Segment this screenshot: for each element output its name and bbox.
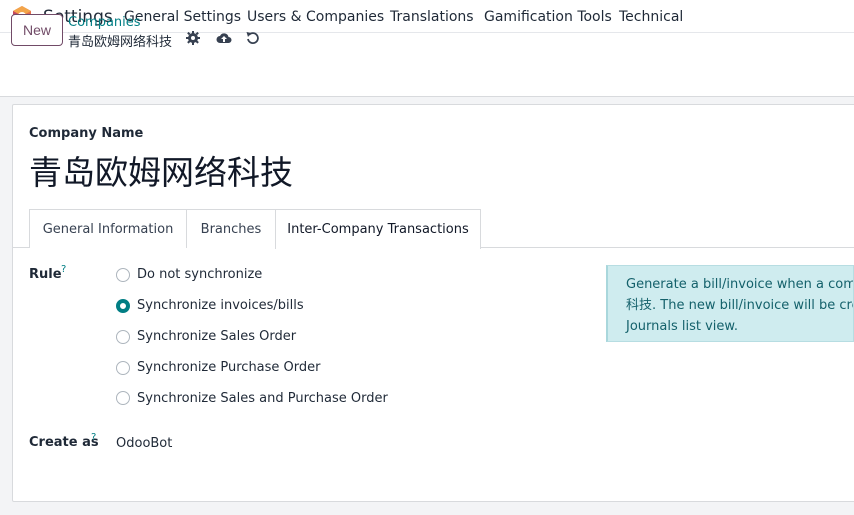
info-line: 科技. The new bill/invoice will be crea [626, 298, 854, 313]
tab-general-information[interactable]: General Information [29, 209, 187, 248]
radio-label-synchronize-sales-purchase-order[interactable]: Synchronize Sales and Purchase Order [137, 391, 388, 406]
radio-synchronize-sales-order[interactable] [116, 330, 130, 344]
menu-translations[interactable]: Translations [390, 9, 474, 25]
radio-synchronize-sales-purchase-order[interactable] [116, 391, 130, 405]
gear-icon[interactable] [185, 30, 201, 46]
menu-gamification-tools[interactable]: Gamification Tools [484, 9, 612, 25]
radio-do-not-synchronize[interactable] [116, 268, 130, 282]
tab-branches[interactable]: Branches [186, 209, 276, 248]
breadcrumb-record-name: 青岛欧姆网络科技 [68, 35, 173, 50]
menu-general-settings[interactable]: General Settings [124, 9, 241, 25]
radio-synchronize-invoices-bills[interactable] [116, 299, 130, 313]
radio-synchronize-purchase-order[interactable] [116, 361, 130, 375]
tab-inter-company-transactions[interactable]: Inter-Company Transactions [275, 209, 481, 249]
create-as-user-field[interactable]: OdooBot [116, 436, 172, 451]
cloud-upload-icon[interactable] [216, 30, 232, 46]
company-name-label: Company Name [29, 126, 144, 141]
breadcrumb-companies[interactable]: Companies [68, 15, 141, 30]
radio-label-synchronize-invoices-bills[interactable]: Synchronize invoices/bills [137, 298, 304, 313]
info-line: Generate a bill/invoice when a compa [626, 277, 854, 292]
menu-technical[interactable]: Technical [619, 9, 683, 25]
company-name-field[interactable]: 青岛欧姆网络科技 [29, 146, 293, 194]
radio-label-synchronize-sales-order[interactable]: Synchronize Sales Order [137, 329, 296, 344]
info-line: Journals list view. [626, 319, 738, 334]
rule-label: Rule [29, 267, 62, 282]
radio-label-synchronize-purchase-order[interactable]: Synchronize Purchase Order [137, 360, 321, 375]
create-as-label: Create as [29, 435, 99, 450]
rule-help-tooltip[interactable]: ? [61, 264, 66, 275]
info-alert: Generate a bill/invoice when a compa 科技.… [606, 265, 854, 342]
new-button[interactable]: New [11, 14, 63, 46]
discard-undo-icon[interactable] [245, 30, 261, 46]
create-as-help-tooltip[interactable]: ? [91, 432, 96, 443]
menu-users-companies[interactable]: Users & Companies [247, 9, 384, 25]
radio-label-do-not-synchronize[interactable]: Do not synchronize [137, 267, 262, 282]
